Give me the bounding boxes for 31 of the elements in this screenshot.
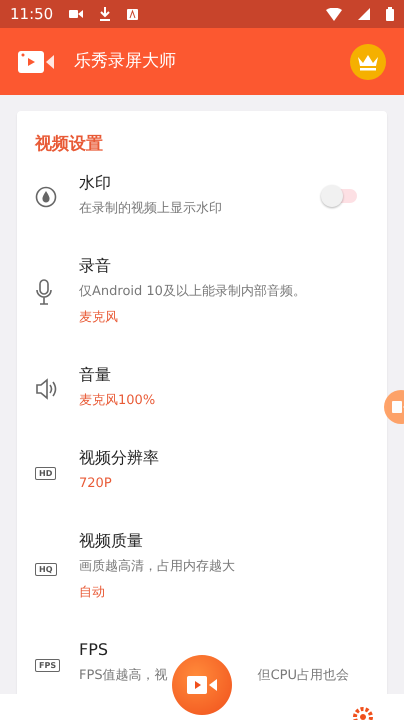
signal-icon (358, 8, 370, 20)
download-icon (99, 7, 112, 21)
status-time: 11:50 (10, 4, 54, 25)
setting-description: FPS值越高，视 (79, 667, 168, 685)
quality-badge-icon: FPS (35, 659, 60, 672)
setting-title: 视频质量 (79, 530, 144, 552)
setting-description: 但CPU占用也会 (258, 667, 350, 685)
setting-title: 视频分辨率 (79, 447, 160, 469)
battery-icon (386, 7, 394, 21)
microphone-icon (35, 279, 53, 305)
setting-value[interactable]: 麦克风 (79, 305, 369, 331)
setting-description: 画质越高清，占用内存越大 (79, 558, 236, 576)
setting-description: 仅Android 10及以上能录制内部音频。 (79, 283, 307, 301)
setting-value[interactable]: 720P (79, 471, 369, 497)
setting-value[interactable]: 麦克风100% (79, 388, 369, 414)
premium-crown-button[interactable] (350, 44, 386, 80)
setting-title: 水印 (79, 172, 112, 194)
crown-icon (357, 52, 379, 70)
quality-badge-icon: HQ (35, 563, 56, 576)
wifi-icon (326, 8, 342, 20)
speaker-icon (35, 378, 59, 400)
section-title: 视频设置 (35, 133, 104, 156)
setting-title: FPS (79, 639, 110, 661)
setting-title: 音量 (79, 364, 112, 386)
water-drop-icon (35, 186, 57, 208)
setting-value[interactable]: 自动 (79, 580, 369, 606)
app-title: 乐秀录屏大师 (74, 50, 177, 73)
setting-description: 在录制的视频上显示水印 (79, 200, 223, 218)
quality-badge-icon: HD (35, 467, 56, 480)
settings-icon[interactable] (352, 706, 374, 720)
setting-title: 录音 (79, 255, 112, 277)
